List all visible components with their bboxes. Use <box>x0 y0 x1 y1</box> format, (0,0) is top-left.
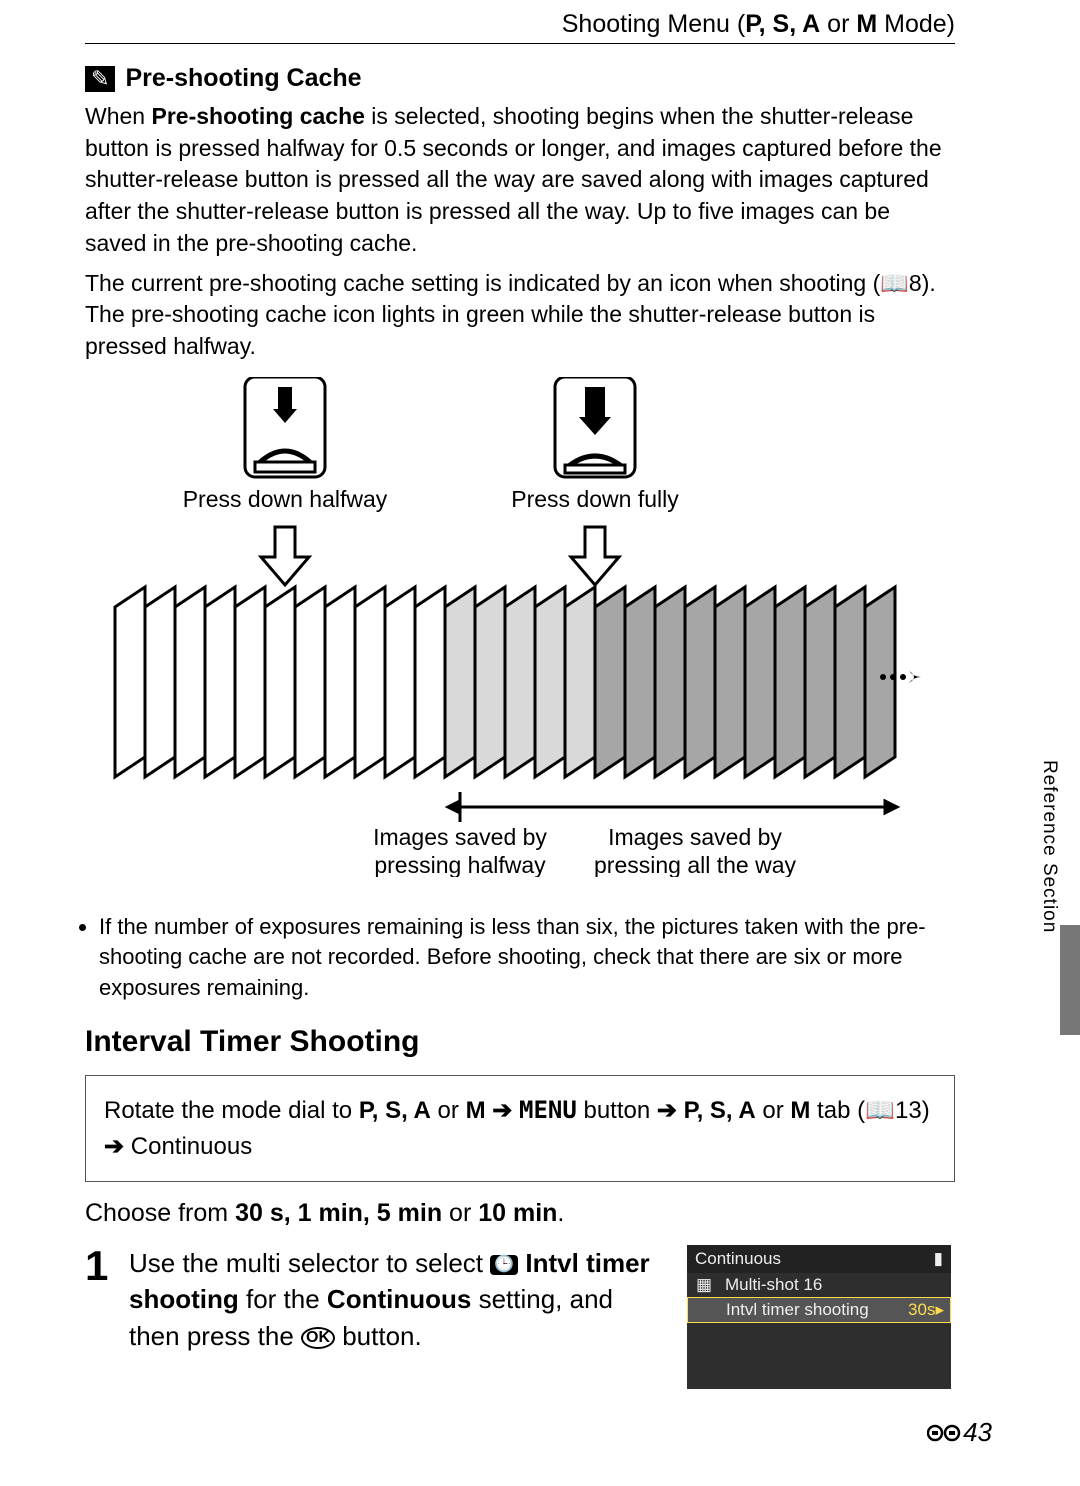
p2a: The current pre-shooting cache setting i… <box>85 270 880 296</box>
nav-cont: Continuous <box>131 1133 252 1160</box>
frame-stack <box>115 587 895 777</box>
preshoot-title: Pre-shooting Cache <box>125 64 361 93</box>
ok-button-icon: OK <box>301 1327 335 1349</box>
page-number: 43 <box>927 1417 992 1448</box>
step-text: Use the multi selector to select 🕒 Intvl… <box>129 1245 669 1354</box>
s1d: button. <box>335 1321 422 1351</box>
s1b: for the <box>239 1284 327 1314</box>
nav-btn: button <box>577 1097 657 1124</box>
header-prefix: Shooting Menu ( <box>562 10 745 38</box>
s1-cont: Continuous <box>327 1284 471 1314</box>
nav-or2: or <box>756 1097 791 1124</box>
book-icon-2: 📖 <box>865 1097 895 1124</box>
nav-path-box: Rotate the mode dial to P, S, A or M ➔ M… <box>85 1075 955 1182</box>
multishot-icon: ▦ <box>689 1275 719 1295</box>
page-header: Shooting Menu (P, S, A or M Mode) <box>85 10 955 44</box>
side-tab-label: Reference Section <box>1038 760 1060 933</box>
label-fully: Press down fully <box>511 486 679 512</box>
preshoot-title-row: ✎ Pre-shooting Cache <box>85 64 955 93</box>
label-saved-half-l1: Images saved by <box>373 824 547 850</box>
preshoot-para1: When Pre-shooting cache is selected, sho… <box>85 101 955 260</box>
choose-dot: . <box>557 1199 564 1227</box>
nav-or1: or <box>431 1097 466 1124</box>
lcd-r1: Multi-shot 16 <box>725 1275 945 1295</box>
choose-opts: 30 s, 1 min, 5 min <box>235 1199 442 1227</box>
choose-or: or <box>442 1199 478 1227</box>
nav-a: Rotate the mode dial to <box>104 1097 359 1124</box>
lcd-row-interval: Intvl timer shooting 30s▸ <box>687 1297 951 1323</box>
arrow-icon: ➔ <box>486 1097 519 1124</box>
nav-close: ) <box>922 1097 930 1124</box>
page-ref-icon <box>927 1421 961 1445</box>
nav-modes2: P, S, A <box>684 1097 756 1124</box>
side-tab-bar <box>1060 925 1080 1035</box>
press-halfway-icon <box>245 377 325 477</box>
range-marker <box>448 792 897 822</box>
clock-icon: 🕒 <box>490 1255 518 1275</box>
nav-modes1: P, S, A <box>359 1097 431 1124</box>
arrow-icon-2: ➔ <box>657 1097 684 1124</box>
press-fully-icon <box>555 377 635 477</box>
nav-tab: tab ( <box>810 1097 865 1124</box>
choose-line: Choose from 30 s, 1 min, 5 min or 10 min… <box>85 1196 955 1231</box>
arrow-icon-3: ➔ <box>104 1133 131 1160</box>
manual-page: Shooting Menu (P, S, A or M Mode) ✎ Pre-… <box>85 10 955 1425</box>
choose-last: 10 min <box>478 1199 557 1227</box>
camera-lcd: Continuous ▮ ▦ Multi-shot 16 Intvl timer… <box>687 1245 951 1389</box>
p2page: 8 <box>909 270 922 296</box>
lcd-title: Continuous <box>695 1249 781 1269</box>
label-saved-full-l1: Images saved by <box>608 824 782 850</box>
nav-m2: M <box>790 1097 810 1124</box>
pencil-icon: ✎ <box>85 66 115 92</box>
nav-ref: 13 <box>895 1097 922 1124</box>
preshoot-notes: If the number of exposures remaining is … <box>85 912 955 1003</box>
p1a: When <box>85 103 151 129</box>
lcd-r2v: 30s▸ <box>908 1300 944 1320</box>
header-modes: P, S, A <box>745 10 820 38</box>
step-number: 1 <box>85 1245 115 1287</box>
header-m: M <box>856 10 877 38</box>
preshoot-note-1: If the number of exposures remaining is … <box>99 912 955 1003</box>
interval-heading: Interval Timer Shooting <box>85 1025 955 1059</box>
hollow-arrow-left-icon <box>261 527 309 585</box>
lcd-r2: Intvl timer shooting <box>726 1300 902 1320</box>
battery-icon: ▮ <box>934 1249 943 1269</box>
choose-a: Choose from <box>85 1199 235 1227</box>
header-suffix: Mode) <box>877 10 955 38</box>
preshoot-para2: The current pre-shooting cache setting i… <box>85 268 955 363</box>
page-number-text: 43 <box>963 1417 992 1448</box>
s1a: Use the multi selector to select <box>129 1248 490 1278</box>
lcd-title-row: Continuous ▮ <box>687 1245 951 1273</box>
nav-menu: MENU <box>519 1096 577 1124</box>
label-saved-half-l2: pressing halfway <box>374 852 546 877</box>
side-tab: Reference Section <box>1038 760 1062 1040</box>
nav-m1: M <box>466 1097 486 1124</box>
label-saved-full-l2: pressing all the way <box>594 852 796 877</box>
p1b: Pre-shooting cache <box>151 103 364 129</box>
book-icon: 📖 <box>880 270 909 296</box>
label-halfway: Press down halfway <box>183 486 388 512</box>
preshoot-diagram: Press down halfway Press down fully <box>85 377 925 877</box>
lcd-row-multishot: ▦ Multi-shot 16 <box>687 1273 951 1297</box>
hollow-arrow-right-icon <box>571 527 619 585</box>
header-or: or <box>820 10 856 38</box>
